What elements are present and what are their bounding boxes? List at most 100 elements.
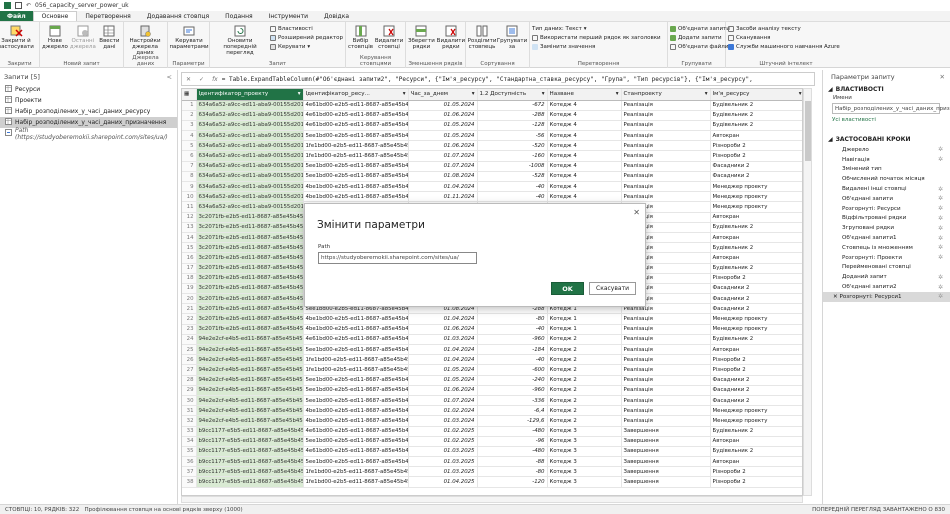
table-cell[interactable]: 01.05.2024 bbox=[408, 364, 478, 376]
applied-step[interactable]: Доданий запит ✲ bbox=[823, 272, 950, 282]
table-cell[interactable]: Реалізація bbox=[621, 120, 711, 132]
table-cell[interactable]: 5ee1bd00-e2b5-ed11-8687-a85e45b459df bbox=[303, 344, 409, 356]
table-cell[interactable]: Фасадники 2 bbox=[710, 385, 802, 396]
table-cell[interactable]: 4e61bd00-e2b5-ed11-8687-a85e45b459df bbox=[303, 110, 409, 121]
table-cell[interactable]: Реалізація bbox=[621, 140, 711, 152]
table-cell[interactable]: 4e61bd00-e2b5-ed11-8687-a85e45b459df bbox=[303, 334, 409, 346]
table-cell[interactable]: 01.05.2024 bbox=[408, 100, 478, 111]
table-cell[interactable]: Будівельник 2 bbox=[710, 426, 802, 437]
table-cell[interactable]: Реалізація bbox=[621, 100, 711, 111]
table-cell[interactable]: Будівельник 2 bbox=[710, 120, 802, 132]
table-cell[interactable]: Різнороби 2 bbox=[710, 273, 802, 284]
query-item[interactable]: Проекти bbox=[0, 95, 177, 106]
table-row[interactable]: 1 634a6a52-a9cc-ed11-aba9-00155d201c34 4e6… bbox=[182, 100, 802, 111]
table-cell[interactable]: Котедж 4 bbox=[547, 100, 622, 111]
confirm-icon[interactable]: ✓ bbox=[195, 76, 208, 83]
table-cell[interactable]: 01.08.2024 bbox=[408, 171, 478, 183]
filter-dropdown-icon[interactable]: ▾ bbox=[616, 91, 619, 97]
applied-steps-section[interactable]: ◢ ЗАСТОСОВАНІ КРОКИ bbox=[823, 134, 950, 145]
table-row[interactable]: 36 b9cc1177-e5b5-ed11-8687-a85e45b459df 5e… bbox=[182, 456, 802, 468]
table-cell[interactable]: -96 bbox=[477, 436, 548, 447]
query-item[interactable]: Ресурси bbox=[0, 84, 177, 95]
table-cell[interactable]: -520 bbox=[477, 140, 548, 152]
table-cell[interactable]: 01.03.2025 bbox=[408, 446, 478, 458]
table-cell[interactable]: Реалізація bbox=[621, 161, 711, 172]
table-cell[interactable]: Котедж 4 bbox=[547, 171, 622, 183]
filter-dropdown-icon[interactable]: ▾ bbox=[472, 91, 475, 97]
table-cell[interactable]: -288 bbox=[477, 110, 548, 121]
table-cell[interactable]: 01.06.2024 bbox=[408, 324, 478, 335]
table-cell[interactable]: Реалізація bbox=[621, 130, 711, 142]
azure-ml-button[interactable]: Служби машинного навчання Azure bbox=[728, 43, 840, 51]
column-header[interactable]: Назване ▾ bbox=[547, 89, 622, 101]
table-cell[interactable]: 3c2071fb-e2b5-ed11-8687-a85e45b459df bbox=[196, 252, 304, 264]
table-cell[interactable]: Котедж 4 bbox=[547, 161, 622, 172]
gear-icon[interactable]: ✲ bbox=[938, 274, 943, 281]
table-cell[interactable]: b9cc1177-e5b5-ed11-8687-a85e45b459df bbox=[196, 456, 304, 468]
enter-data-button[interactable]: Ввести дані bbox=[98, 24, 121, 50]
table-cell[interactable]: 01.03.2024 bbox=[408, 415, 478, 427]
path-input[interactable]: https://studyoberemokii.sharepoint.com/s… bbox=[318, 252, 477, 264]
text-analytics-button[interactable]: Засоби аналізу тексту bbox=[728, 25, 840, 33]
table-cell[interactable]: 634a6a52-a9cc-ed11-aba9-00155d201c34 bbox=[196, 181, 304, 193]
table-cell[interactable]: -600 bbox=[477, 364, 548, 376]
table-cell[interactable]: Завершення bbox=[621, 476, 711, 488]
table-cell[interactable]: b9cc1177-e5b5-ed11-8687-a85e45b459df bbox=[196, 436, 304, 447]
table-cell[interactable]: Менеджер проекту bbox=[710, 324, 802, 335]
table-cell[interactable]: Завершення bbox=[621, 446, 711, 458]
filter-dropdown-icon[interactable]: ▾ bbox=[799, 91, 802, 97]
table-cell[interactable]: Реалізація bbox=[621, 375, 711, 386]
table-cell[interactable]: Будівельник 2 bbox=[710, 263, 802, 274]
table-cell[interactable]: Автокран bbox=[710, 436, 802, 447]
table-row[interactable]: 22 3c2071fb-e2b5-ed11-8687-a85e45b459df 4b… bbox=[182, 313, 802, 325]
split-column-button[interactable]: Розділити стовпець bbox=[468, 24, 496, 50]
table-cell[interactable]: 634a6a52-a9cc-ed11-aba9-00155d201c34 bbox=[196, 130, 304, 142]
filter-dropdown-icon[interactable]: ▾ bbox=[705, 91, 708, 97]
table-cell[interactable]: 634a6a52-a9cc-ed11-aba9-00155d201c34 bbox=[196, 140, 304, 152]
table-cell[interactable]: -672 bbox=[477, 100, 548, 111]
table-cell[interactable]: 3c2071fb-e2b5-ed11-8687-a85e45b459df bbox=[196, 242, 304, 254]
table-cell[interactable]: -88 bbox=[477, 456, 548, 468]
table-row[interactable]: 33 b9cc1177-e5b5-ed11-8687-a85e45b459df 4e… bbox=[182, 426, 802, 437]
vision-button[interactable]: Сканування bbox=[728, 34, 840, 42]
table-cell[interactable]: Завершення bbox=[621, 436, 711, 447]
column-header[interactable]: Станпроекту ▾ bbox=[621, 89, 711, 101]
table-cell[interactable]: 94e2e2cf-e4b5-ed11-8687-a85e45b459df bbox=[196, 364, 304, 376]
menu-tab-1[interactable]: Основне bbox=[32, 11, 78, 21]
applied-step[interactable]: Змінений тип bbox=[823, 165, 950, 175]
table-cell[interactable]: 01.06.2024 bbox=[408, 110, 478, 121]
table-cell[interactable]: -56 bbox=[477, 130, 548, 142]
table-cell[interactable]: Котедж 2 bbox=[547, 364, 622, 376]
remove-columns-button[interactable]: Видалити стовпці bbox=[375, 24, 403, 50]
table-cell[interactable]: 3c2071fb-e2b5-ed11-8687-a85e45b459df bbox=[196, 263, 304, 274]
gear-icon[interactable]: ✲ bbox=[938, 235, 943, 242]
table-cell[interactable]: Котедж 2 bbox=[547, 375, 622, 386]
close-apply-button[interactable]: Закрити й застосувати bbox=[0, 24, 34, 50]
table-cell[interactable]: Завершення bbox=[621, 466, 711, 478]
ok-button[interactable]: OK bbox=[551, 282, 584, 295]
new-source-button[interactable]: Нове джерело bbox=[42, 24, 68, 50]
table-cell[interactable]: 01.02.2024 bbox=[408, 405, 478, 417]
table-cell[interactable]: 94e2e2cf-e4b5-ed11-8687-a85e45b459df bbox=[196, 375, 304, 386]
table-cell[interactable]: Котедж 4 bbox=[547, 110, 622, 121]
applied-step[interactable]: Видалені інші стовпці ✲ bbox=[823, 184, 950, 194]
filter-dropdown-icon[interactable]: ▾ bbox=[542, 91, 545, 97]
table-row[interactable]: 3 634a6a52-a9cc-ed11-aba9-00155d201c34 4e6… bbox=[182, 120, 802, 132]
table-cell[interactable]: Автокран bbox=[710, 344, 802, 356]
table-cell[interactable]: 94e2e2cf-e4b5-ed11-8687-a85e45b459df bbox=[196, 334, 304, 346]
menu-tab-6[interactable]: Довідка bbox=[316, 11, 357, 21]
table-cell[interactable]: Менеджер проекту bbox=[710, 201, 802, 213]
table-cell[interactable]: 3c2071fb-e2b5-ed11-8687-a85e45b459df bbox=[196, 313, 304, 325]
table-cell[interactable]: 01.05.2024 bbox=[408, 120, 478, 132]
table-cell[interactable]: 01.05.2024 bbox=[408, 375, 478, 386]
table-cell[interactable]: Котедж 4 bbox=[547, 150, 622, 162]
applied-step[interactable]: Відфільтровані рядки ✲ bbox=[823, 214, 950, 224]
table-cell[interactable]: Реалізація bbox=[621, 110, 711, 121]
table-cell[interactable]: Автокран bbox=[710, 252, 802, 264]
column-header[interactable]: Ідентифікатор_проекту ▾ bbox=[196, 89, 304, 101]
table-cell[interactable]: Будівельник 2 bbox=[710, 334, 802, 346]
table-cell[interactable]: 01.06.2024 bbox=[408, 385, 478, 396]
table-cell[interactable]: 3c2071fb-e2b5-ed11-8687-a85e45b459df bbox=[196, 212, 304, 223]
table-cell[interactable]: -960 bbox=[477, 385, 548, 396]
gear-icon[interactable]: ✲ bbox=[938, 186, 943, 193]
